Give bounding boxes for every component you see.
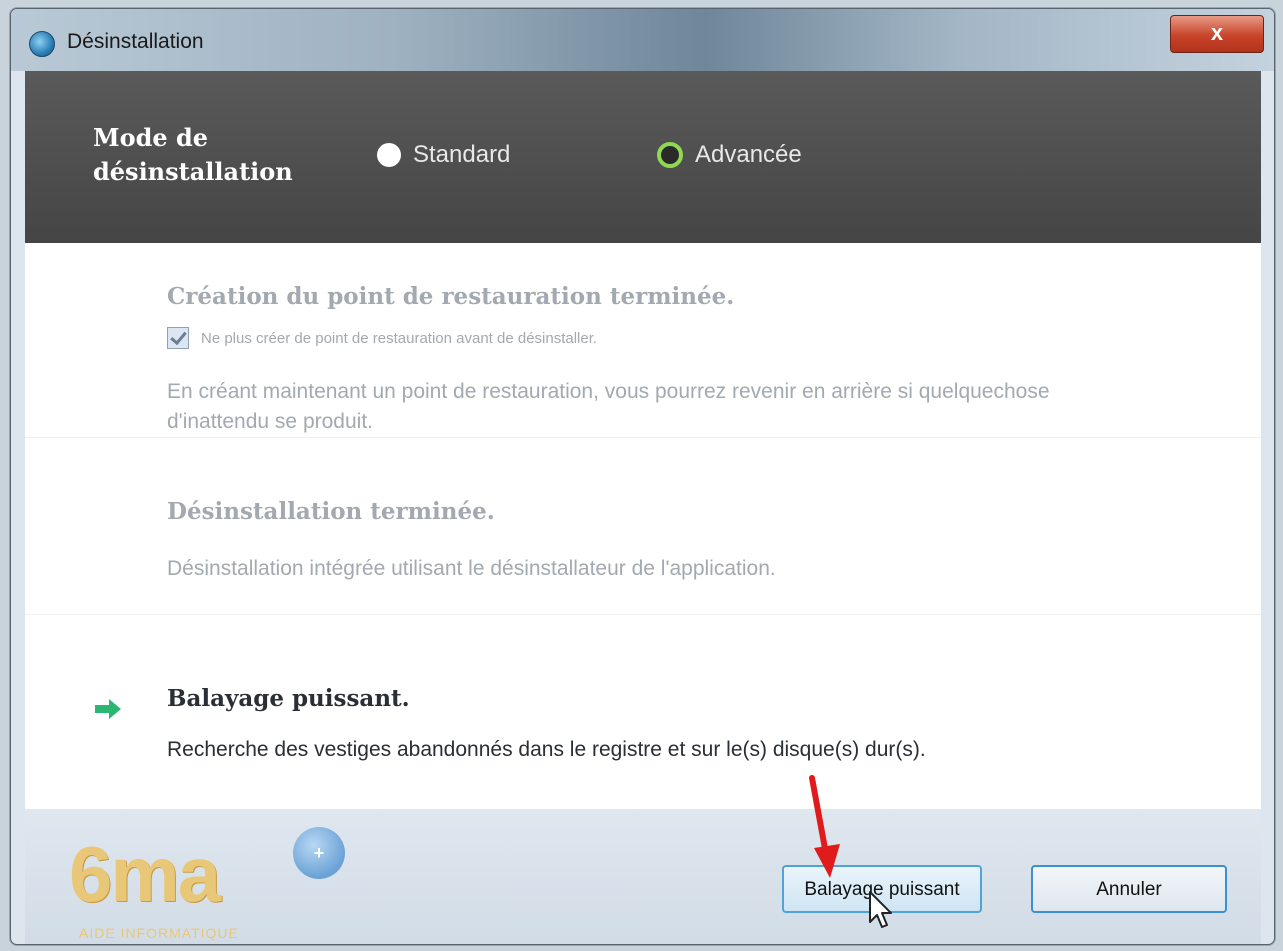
app-icon <box>29 31 55 57</box>
step-title: Désinstallation terminée. <box>167 498 495 525</box>
step-description: Recherche des vestiges abandonnés dans l… <box>167 738 926 761</box>
step-description: Désinstallation intégrée utilisant le dé… <box>167 557 776 580</box>
radio-selected-icon <box>657 142 683 168</box>
radio-advanced[interactable]: Advancée <box>657 141 802 169</box>
radio-unselected-icon <box>377 143 401 167</box>
mode-label-line2: désinstallation <box>93 157 293 186</box>
dialog-footer: 6ma + AIDE INFORMATIQUE Balayage puissan… <box>25 809 1261 944</box>
radio-standard-label: Standard <box>413 141 511 168</box>
logo-text: 6ma <box>69 830 221 918</box>
checkbox-checked-icon[interactable] <box>167 327 189 349</box>
no-restore-point-checkbox-row[interactable]: Ne plus créer de point de restauration a… <box>167 327 597 349</box>
steps-panel: Création du point de restauration termin… <box>25 243 1261 809</box>
logo-badge: + <box>293 827 345 879</box>
step-uninstall: Désinstallation terminée. Désinstallatio… <box>25 438 1261 615</box>
annotation-arrow-icon <box>809 775 840 878</box>
checkbox-label: Ne plus créer de point de restauration a… <box>201 329 598 347</box>
step-powerful-scan: Balayage puissant. Recherche des vestige… <box>25 615 1261 809</box>
mouse-cursor-icon <box>869 891 892 928</box>
uninstall-dialog: Désinstallation x Mode de désinstallatio… <box>10 8 1275 945</box>
arrow-right-icon <box>95 699 121 719</box>
radio-advanced-label: Advancée <box>695 141 802 168</box>
title-bar[interactable]: Désinstallation x <box>11 9 1274 71</box>
logo-tagline: AIDE INFORMATIQUE <box>79 925 239 941</box>
step-title: Création du point de restauration termin… <box>167 283 735 310</box>
mode-label-line1: Mode de <box>93 123 209 152</box>
step-description: En créant maintenant un point de restaur… <box>167 380 1050 433</box>
step-restore-point: Création du point de restauration termin… <box>25 243 1261 438</box>
step-title: Balayage puissant. <box>167 685 410 712</box>
watermark-logo: 6ma + AIDE INFORMATIQUE <box>69 827 369 941</box>
close-button[interactable]: x <box>1170 15 1264 53</box>
window-title: Désinstallation <box>67 30 204 53</box>
radio-standard[interactable]: Standard <box>377 141 510 169</box>
uninstall-mode-bar: Mode de désinstallation Standard Advancé… <box>25 71 1261 243</box>
cancel-button[interactable]: Annuler <box>1031 865 1227 913</box>
mode-label: Mode de désinstallation <box>93 121 293 189</box>
